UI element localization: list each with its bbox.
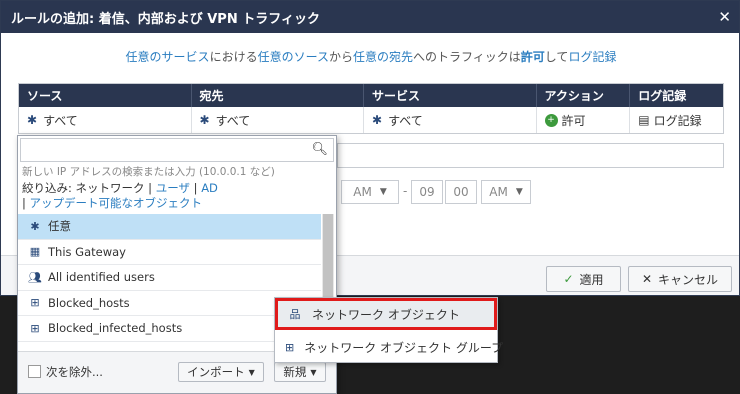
header-logging: ログ記録 xyxy=(638,89,687,103)
dialog-title: ルールの追加: 着信、内部および VPN トラフィック xyxy=(11,11,320,27)
asterisk-icon: ✱ xyxy=(372,113,383,127)
cell-logging-value: ログ記録 xyxy=(653,113,702,128)
end-hour-input[interactable]: 09 xyxy=(411,180,443,204)
search-input[interactable]: 🔍︎ xyxy=(20,138,334,162)
summary-text: へのトラフィックは xyxy=(413,50,521,64)
filter-ad-link[interactable]: AD xyxy=(201,181,218,195)
summary-text: して xyxy=(544,50,569,64)
header-destination: 宛先 xyxy=(192,84,364,107)
time-separator: - xyxy=(403,184,408,198)
cell-service[interactable]: ✱ すべて xyxy=(364,107,537,133)
users-icon: 👥︎ xyxy=(28,270,42,284)
filter-updatable-link[interactable]: アップデート可能なオブジェクト xyxy=(30,196,203,210)
summary-text: から xyxy=(328,50,353,64)
asterisk-icon: ✱ xyxy=(30,219,40,233)
new-label: 新規 xyxy=(283,365,307,379)
cell-service-value: すべて xyxy=(388,113,423,128)
search-icon[interactable]: 🔍︎ xyxy=(311,142,328,157)
rule-summary: 任意のサービスにおける任意のソースから任意の宛先へのトラフィックは許可してログ記… xyxy=(1,48,740,65)
asterisk-icon: ✱ xyxy=(199,113,210,127)
caret-down-icon: ▼ xyxy=(310,367,317,377)
list-item[interactable]: ▦ This Gateway xyxy=(18,240,321,265)
import-label: インポート xyxy=(187,365,245,379)
end-hour-value: 09 xyxy=(419,185,435,199)
comment-input[interactable] xyxy=(337,143,724,168)
header-source: ソース xyxy=(19,84,192,107)
cell-destination-value: すべて xyxy=(215,113,251,128)
cell-action-value: 許可 xyxy=(561,113,586,128)
summary-source-link[interactable]: 任意のソース xyxy=(258,50,329,64)
dialog-titlebar: ルールの追加: 着信、内部および VPN トラフィック ✕ xyxy=(1,1,739,33)
menu-item-network-object-group[interactable]: ⊞ ネットワーク オブジェクト グループ xyxy=(275,331,503,363)
summary-action-link[interactable]: 許可 xyxy=(521,50,545,64)
end-ampm-select[interactable]: AM ▼ xyxy=(481,180,531,204)
end-minute-value: 00 xyxy=(453,185,469,199)
menu-item-label: ネットワーク オブジェクト xyxy=(312,307,460,322)
summary-text: における xyxy=(209,50,258,64)
apply-button[interactable]: ✓ 適用 xyxy=(546,266,621,292)
asterisk-icon: ✱ xyxy=(27,113,38,127)
new-object-menu: 品ネットワーク オブジェクト ⊞ ネットワーク オブジェクト グループ xyxy=(274,297,503,363)
list-item-label: This Gateway xyxy=(48,244,126,259)
network-object-icon: 品 xyxy=(289,308,301,321)
network-group-icon: ⊞ xyxy=(285,340,295,354)
scrollbar-thumb[interactable] xyxy=(323,214,333,308)
filter-separator: | xyxy=(22,196,30,210)
end-ampm-value: AM xyxy=(489,185,508,199)
filter-prefix: 絞り込み: ネットワーク | xyxy=(22,181,156,195)
cell-destination[interactable]: ✱ すべて xyxy=(192,107,364,133)
end-minute-input[interactable]: 00 xyxy=(445,180,477,204)
list-item-label: Blocked_infected_hosts xyxy=(48,321,183,336)
network-group-icon: ⊞ xyxy=(30,321,40,335)
list-item[interactable]: 👥︎ All identified users xyxy=(18,265,321,291)
chevron-down-icon: ▼ xyxy=(515,187,523,197)
cell-source-value: すべて xyxy=(43,113,78,128)
header-service: サービス xyxy=(364,84,537,107)
cell-action[interactable]: + 許可 xyxy=(537,107,631,133)
cell-logging[interactable]: ▤ ログ記録 xyxy=(630,107,723,133)
close-icon[interactable]: ✕ xyxy=(718,8,731,26)
log-document-icon: ▤ xyxy=(638,113,650,127)
cancel-label: キャンセル xyxy=(658,272,719,287)
header-action: アクション xyxy=(537,84,631,107)
check-icon: ✓ xyxy=(563,272,574,286)
cancel-button[interactable]: ✕ キャンセル xyxy=(628,266,732,292)
filter-separator: | xyxy=(190,181,202,195)
summary-destination-link[interactable]: 任意の宛先 xyxy=(353,50,413,64)
filter-user-link[interactable]: ユーザ xyxy=(156,181,190,195)
list-item-label: All identified users xyxy=(48,270,155,285)
exclude-checkbox[interactable] xyxy=(28,365,41,378)
menu-item-network-object[interactable]: 品ネットワーク オブジェクト xyxy=(275,298,497,330)
list-item[interactable]: ✱ 任意 xyxy=(18,214,321,240)
list-item-label: Blocked_hosts xyxy=(48,295,130,310)
apply-label: 適用 xyxy=(579,272,604,287)
summary-logging-link[interactable]: ログ記録 xyxy=(568,50,616,64)
import-button[interactable]: インポート ▼ xyxy=(178,362,264,382)
filter-bar: 絞り込み: ネットワーク | ユーザ | AD | アップデート可能なオブジェク… xyxy=(22,181,218,211)
start-ampm-select[interactable]: AM ▼ xyxy=(341,180,399,204)
grid-row: ✱ すべて ✱ すべて ✱ すべて + 許可 ▤ ログ記録 xyxy=(19,107,723,133)
caret-down-icon: ▼ xyxy=(248,367,255,377)
summary-service-link[interactable]: 任意のサービス xyxy=(126,50,210,64)
close-icon: ✕ xyxy=(641,272,653,286)
start-ampm-value: AM xyxy=(353,185,372,199)
network-group-icon: ⊞ xyxy=(30,296,40,310)
new-button[interactable]: 新規 ▼ xyxy=(274,362,326,382)
list-item-label: 任意 xyxy=(48,219,71,234)
gateway-icon: ▦ xyxy=(29,245,41,259)
cell-source[interactable]: ✱ すべて xyxy=(19,107,192,133)
exclude-label: 次を除外... xyxy=(46,365,103,379)
grid-header: ソース 宛先 サービス アクション ログ記録 xyxy=(19,84,723,107)
chevron-down-icon: ▼ xyxy=(379,187,387,197)
menu-item-label: ネットワーク オブジェクト グループ xyxy=(304,340,504,355)
allow-icon: + xyxy=(544,113,558,127)
rule-grid: ソース 宛先 サービス アクション ログ記録 ✱ すべて ✱ すべて ✱ すべて + 許… xyxy=(18,83,724,134)
search-hint: 新しい IP アドレスの検索または入力 (10.0.0.1 など) xyxy=(22,166,275,178)
